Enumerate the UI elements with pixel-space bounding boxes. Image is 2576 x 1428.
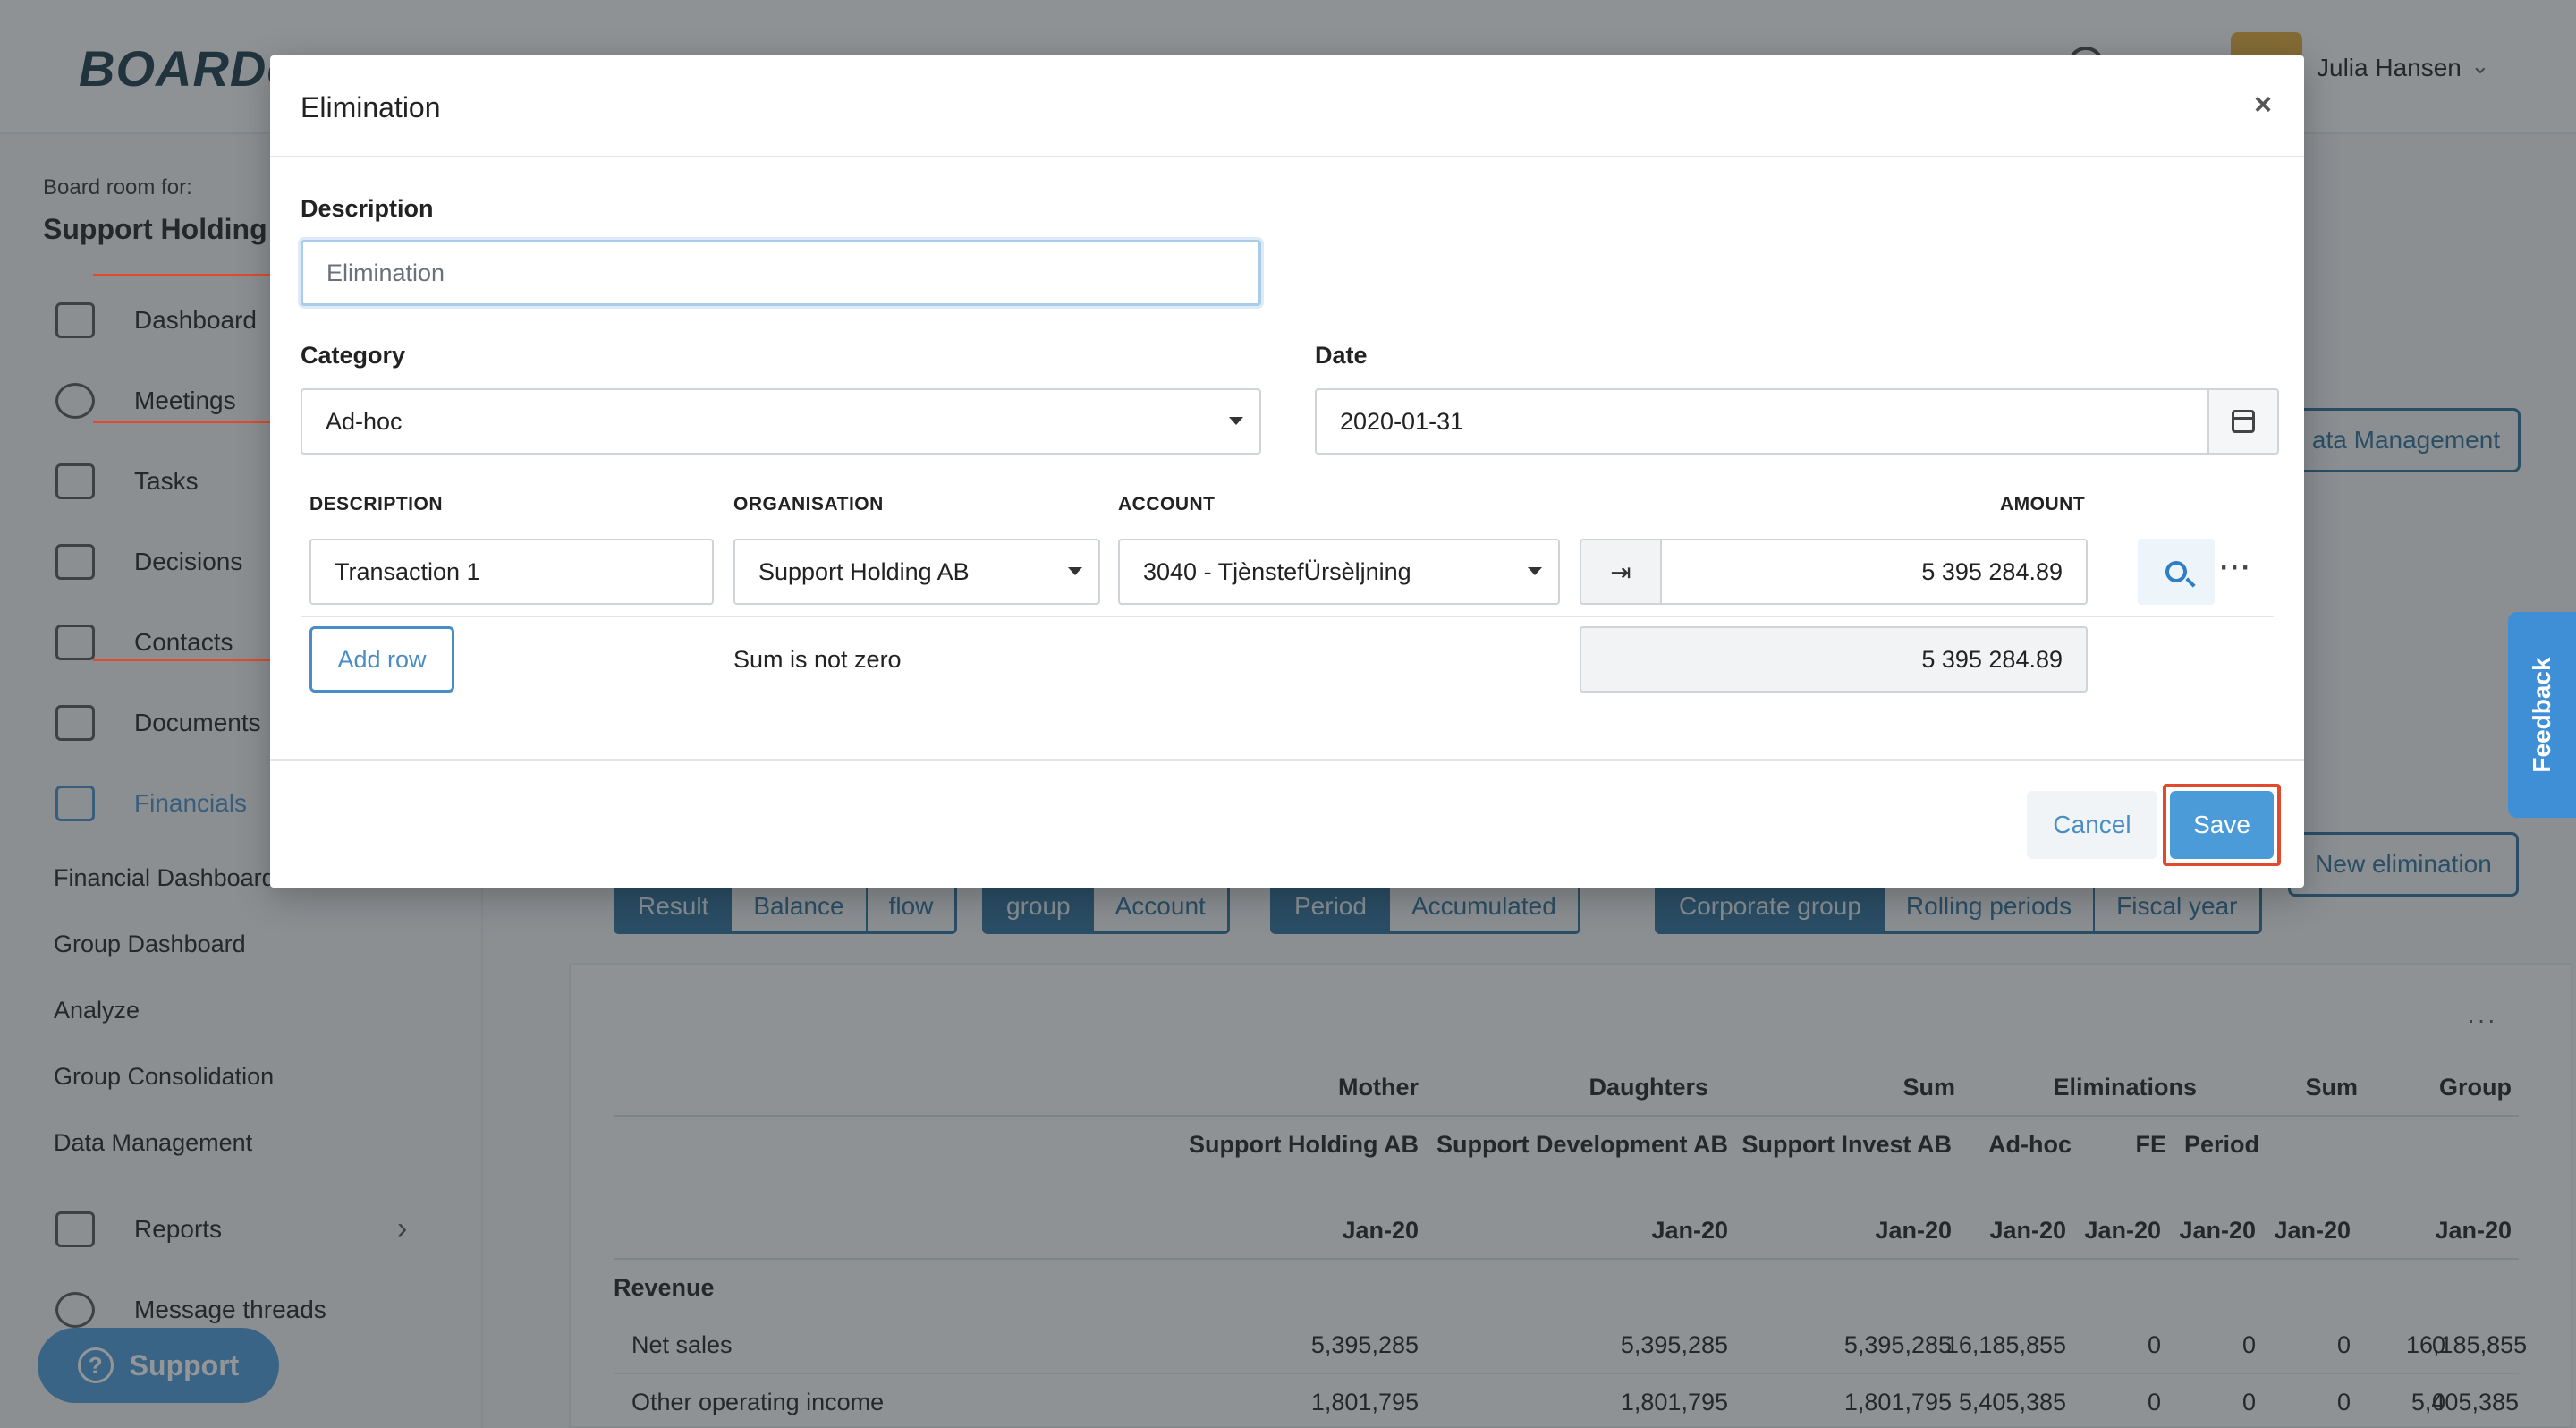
date-input[interactable]: 2020-01-31 — [1315, 388, 2209, 455]
calendar-icon — [2232, 410, 2255, 433]
date-label: Date — [1315, 342, 1368, 369]
cancel-button[interactable]: Cancel — [2027, 791, 2157, 859]
fill-amount-button[interactable]: ⇥ — [1580, 539, 1660, 605]
dialog-footer-divider — [270, 759, 2304, 761]
category-label: Category — [301, 342, 406, 369]
arrow-right-icon: ⇥ — [1610, 557, 1631, 586]
caret-down-icon — [1068, 567, 1082, 575]
col-amount: AMOUNT — [2000, 494, 2086, 514]
sum-warning: Sum is not zero — [733, 646, 902, 673]
highlight-box — [2163, 784, 2281, 866]
close-icon[interactable]: × — [2254, 88, 2272, 123]
row-more-icon[interactable]: ··· — [2220, 553, 2252, 583]
category-select[interactable]: Ad-hoc — [301, 388, 1261, 455]
annotation-arrow — [93, 651, 295, 667]
caret-down-icon — [1528, 567, 1542, 575]
row-description-input[interactable]: Transaction 1 — [309, 539, 714, 605]
annotation-arrow — [93, 267, 295, 283]
dialog-header: Elimination × — [270, 55, 2304, 157]
row-organisation-select[interactable]: Support Holding AB — [733, 539, 1100, 605]
add-row-button[interactable]: Add row — [309, 626, 454, 693]
row-divider — [301, 616, 2274, 617]
elimination-dialog: Elimination × Description Elimination Ca… — [270, 55, 2304, 888]
col-organisation: ORGANISATION — [733, 494, 884, 514]
description-input[interactable]: Elimination — [301, 240, 1261, 306]
row-account-select[interactable]: 3040 - TjènstefÜrsèljning — [1118, 539, 1560, 605]
caret-down-icon — [1229, 417, 1243, 425]
dialog-title: Elimination — [301, 91, 441, 123]
col-description: DESCRIPTION — [309, 494, 444, 514]
search-icon — [2165, 561, 2187, 582]
lookup-button[interactable] — [2138, 539, 2215, 605]
feedback-tab[interactable]: Feedback — [2508, 612, 2576, 818]
description-label: Description — [301, 195, 434, 222]
row-amount-input[interactable]: 5 395 284.89 — [1660, 539, 2088, 605]
col-account: ACCOUNT — [1118, 494, 1216, 514]
annotation-arrow — [93, 413, 295, 429]
calendar-button[interactable] — [2209, 388, 2279, 455]
sum-total: 5 395 284.89 — [1580, 626, 2088, 693]
